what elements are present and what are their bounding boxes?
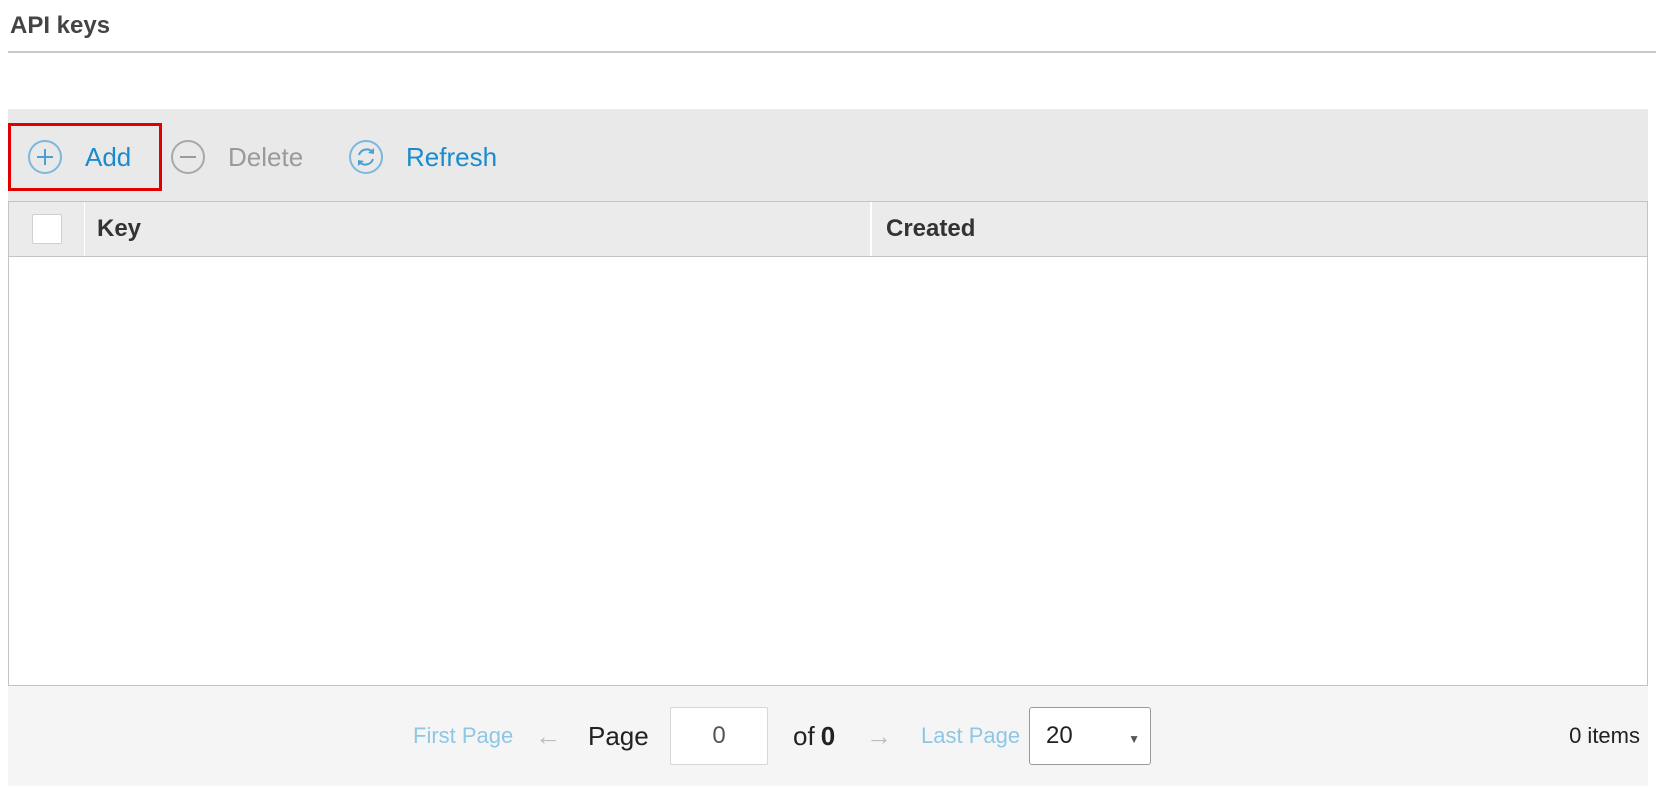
items-count: 0 items — [1569, 723, 1640, 748]
title-divider — [8, 51, 1656, 53]
page-label: Page — [588, 720, 649, 751]
refresh-circle-icon — [348, 139, 384, 175]
select-all-checkbox[interactable] — [31, 214, 62, 244]
table-header: Key Created — [9, 202, 1647, 257]
grid-toolbar: Add Delete Refresh — [8, 109, 1648, 201]
total-pages: 0 — [820, 720, 836, 751]
last-page-link[interactable]: Last Page — [921, 706, 1020, 766]
page-size-value: 20 — [1046, 722, 1073, 749]
caret-down-icon: ▼ — [1128, 732, 1140, 746]
delete-button-label: Delete — [228, 141, 304, 172]
page-size-select[interactable]: 20 ▼ — [1029, 707, 1151, 765]
column-header-key[interactable]: Key — [85, 202, 872, 256]
delete-button[interactable]: Delete — [170, 123, 303, 191]
prev-page-arrow-icon[interactable]: ← — [535, 706, 561, 766]
refresh-button-label: Refresh — [406, 141, 498, 172]
api-keys-grid: Add Delete Refresh Key Created — [8, 109, 1648, 686]
api-keys-table: Key Created — [8, 201, 1648, 686]
column-header-created[interactable]: Created — [874, 202, 1647, 256]
page-number-input[interactable]: 0 — [670, 707, 768, 765]
minus-circle-icon — [170, 139, 206, 175]
table-body — [9, 257, 1647, 685]
next-page-arrow-icon[interactable]: → — [866, 706, 892, 766]
pagination-bar: First Page ← Page 0 of 0 → Last Page 20 … — [8, 686, 1648, 786]
add-button[interactable]: Add — [8, 123, 162, 191]
refresh-button[interactable]: Refresh — [348, 123, 497, 191]
page-title: API keys — [10, 12, 111, 39]
of-label: of — [793, 720, 815, 751]
select-all-cell — [9, 202, 85, 256]
plus-circle-icon — [27, 139, 63, 175]
api-keys-page: API keys Add Delete Refresh Key Created … — [0, 0, 1656, 794]
first-page-link[interactable]: First Page — [413, 706, 513, 766]
page-total: of 0 — [793, 706, 835, 766]
add-button-label: Add — [85, 141, 132, 172]
